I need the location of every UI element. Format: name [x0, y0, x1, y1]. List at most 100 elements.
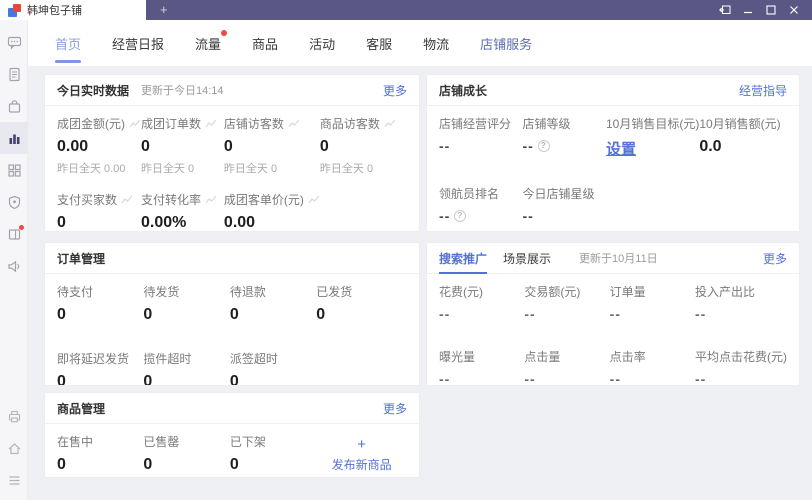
metric-cell: 商品访客数 0 昨日全天 0: [320, 115, 407, 176]
trend-icon: [384, 119, 396, 128]
nav-label: 客服: [366, 36, 393, 52]
realtime-more-link[interactable]: 更多: [383, 82, 407, 99]
metric-cell[interactable]: 待退款 0: [230, 283, 316, 324]
metric-cell: 领航员排名 --?: [439, 187, 500, 224]
metric-cell[interactable]: 在售中 0: [57, 433, 143, 474]
sidebar-item-dashboard[interactable]: [0, 122, 28, 154]
sidebar-item-chat[interactable]: [0, 26, 28, 58]
card-realtime-data: 今日实时数据 更新于今日14:14 更多 成团金额(元) 0.00 昨日全天 0…: [44, 74, 420, 232]
business-guidance-link[interactable]: 经营指导: [739, 82, 787, 99]
tab-search-promotion[interactable]: 搜索推广: [439, 243, 488, 274]
card-title: 今日实时数据: [57, 83, 130, 98]
top-nav: 首页 经营日报 流量 商品 活动 客服 物流 店铺服务: [28, 20, 812, 66]
metric-cell[interactable]: 待发货 0: [143, 283, 229, 324]
nav-item-daily-report[interactable]: 经营日报: [112, 20, 164, 66]
hamburger-menu-icon: [9, 475, 19, 485]
metric-cell: 成团客单价(元) 0.00 昨日全天 0.00: [224, 191, 320, 231]
metric-cell: 店铺经营评分 --: [439, 117, 512, 154]
metric-cell[interactable]: 已售罄 0: [143, 433, 229, 474]
new-tab-button[interactable]: +: [146, 0, 182, 20]
titlebar: 韩坤包子铺 +: [0, 0, 812, 20]
minimize-icon[interactable]: [740, 2, 756, 18]
metric-cell: 成团订单数 0 昨日全天 0: [141, 115, 224, 176]
sidebar-item-announcements[interactable]: [0, 250, 28, 282]
promo-more-link[interactable]: 更多: [763, 250, 787, 267]
card-order-management: 订单管理 待支付 0 待发货 0 待退款 0 已发货 0 即将延迟发货 0 揽件…: [44, 242, 420, 386]
nav-label: 活动: [309, 36, 336, 52]
metric-cell[interactable]: 即将延迟发货 0: [57, 350, 143, 385]
nav-item-logistics[interactable]: 物流: [423, 20, 449, 66]
speaker-icon: [7, 260, 19, 272]
card-title: 店铺成长: [439, 83, 488, 98]
set-sales-target-link[interactable]: 设置: [606, 138, 699, 159]
metric-cell[interactable]: 待支付 0: [57, 283, 143, 324]
maximize-icon[interactable]: [763, 2, 779, 18]
dashboard-content: 今日实时数据 更新于今日14:14 更多 成团金额(元) 0.00 昨日全天 0…: [28, 66, 812, 500]
help-icon[interactable]: ?: [537, 140, 550, 152]
chat-icon: [7, 36, 21, 49]
metric-cell[interactable]: 已下架 0: [230, 433, 316, 474]
plus-icon: +: [357, 435, 366, 453]
bar-chart-icon: [9, 134, 19, 144]
card-product-management: 商品管理 更多 在售中 0 已售罄 0 已下架 0 + 发布新商品: [44, 392, 420, 478]
home-icon: [8, 442, 20, 454]
metric-cell: 交易额(元) --: [524, 285, 581, 322]
card-title: 订单管理: [57, 251, 106, 266]
bag-icon: [8, 99, 20, 113]
products-more-link[interactable]: 更多: [383, 400, 407, 417]
window-controls: [717, 0, 812, 20]
sidebar-item-home[interactable]: [0, 432, 28, 464]
metric-cell: 成团金额(元) 0.00 昨日全天 0.00: [57, 115, 141, 176]
sidebar-item-document[interactable]: [0, 58, 28, 90]
popup-window-icon[interactable]: [717, 2, 733, 18]
nav-label: 流量: [195, 36, 222, 52]
sidebar-item-security[interactable]: [0, 186, 28, 218]
help-icon[interactable]: ?: [454, 210, 467, 222]
publish-new-product-button[interactable]: + 发布新商品: [316, 433, 407, 474]
sidebar-item-apps[interactable]: [0, 154, 28, 186]
nav-label: 商品: [252, 36, 279, 52]
sidebar-item-menu[interactable]: [0, 464, 28, 496]
shield-icon: [8, 195, 20, 209]
nav-label: 物流: [423, 36, 450, 52]
nav-item-customer-service[interactable]: 客服: [366, 20, 392, 66]
trend-icon: [308, 195, 320, 204]
trend-icon: [288, 119, 300, 128]
sidebar-item-printer[interactable]: [0, 400, 28, 432]
metric-cell[interactable]: 已发货 0: [316, 283, 407, 324]
nav-label: 首页: [55, 36, 82, 52]
app-tab[interactable]: 韩坤包子铺: [0, 0, 146, 20]
nav-label: 店铺服务: [480, 36, 533, 52]
card-shop-growth: 店铺成长 经营指导 店铺经营评分 -- 店铺等级 --? 10月销售目标(元) …: [426, 74, 800, 232]
close-icon[interactable]: [786, 2, 802, 18]
nav-item-home[interactable]: 首页: [55, 20, 81, 66]
sidebar-bottom-group: [0, 400, 27, 500]
metric-cell: 今日店铺星级 --: [522, 187, 595, 224]
nav-item-shop-services[interactable]: 店铺服务: [480, 20, 532, 66]
nav-item-products[interactable]: 商品: [252, 20, 278, 66]
card-title: 商品管理: [57, 401, 106, 416]
metric-cell: 平均点击花费(元) --: [694, 350, 787, 386]
nav-label: 经营日报: [112, 36, 165, 52]
sidebar-item-marketing[interactable]: [0, 218, 28, 250]
metric-cell[interactable]: 揽件超时 0: [143, 350, 229, 385]
metric-cell: 10月销售额(元) 0.0: [699, 117, 781, 155]
titlebar-spacer: [182, 0, 717, 20]
updated-time: 更新于今日14:14: [141, 85, 224, 97]
nav-item-traffic[interactable]: 流量: [195, 20, 228, 66]
tab-scene-display[interactable]: 场景展示: [503, 243, 551, 274]
card-ad-promotion: 搜索推广 场景展示 更新于10月11日 更多 花费(元) -- 交易额(元) -…: [426, 242, 800, 386]
metric-cell: 曝光量 --: [439, 350, 476, 386]
traffic-badge-dot: [221, 30, 228, 36]
metric-cell: 点击量 --: [524, 350, 561, 386]
metric-cell: 支付买家数 0 昨日全天 0: [57, 191, 141, 231]
metric-cell[interactable]: 派签超时 0: [230, 350, 316, 385]
metric-cell: 店铺等级 --?: [522, 117, 571, 154]
apps-grid-icon: [7, 163, 21, 177]
updated-time: 更新于10月11日: [579, 253, 658, 265]
sidebar-item-orders[interactable]: [0, 90, 28, 122]
metric-cell: 店铺访客数 0 昨日全天 0: [224, 115, 320, 176]
printer-icon: [8, 410, 20, 422]
metric-cell: 投入产出比 --: [694, 285, 755, 322]
nav-item-activities[interactable]: 活动: [309, 20, 335, 66]
